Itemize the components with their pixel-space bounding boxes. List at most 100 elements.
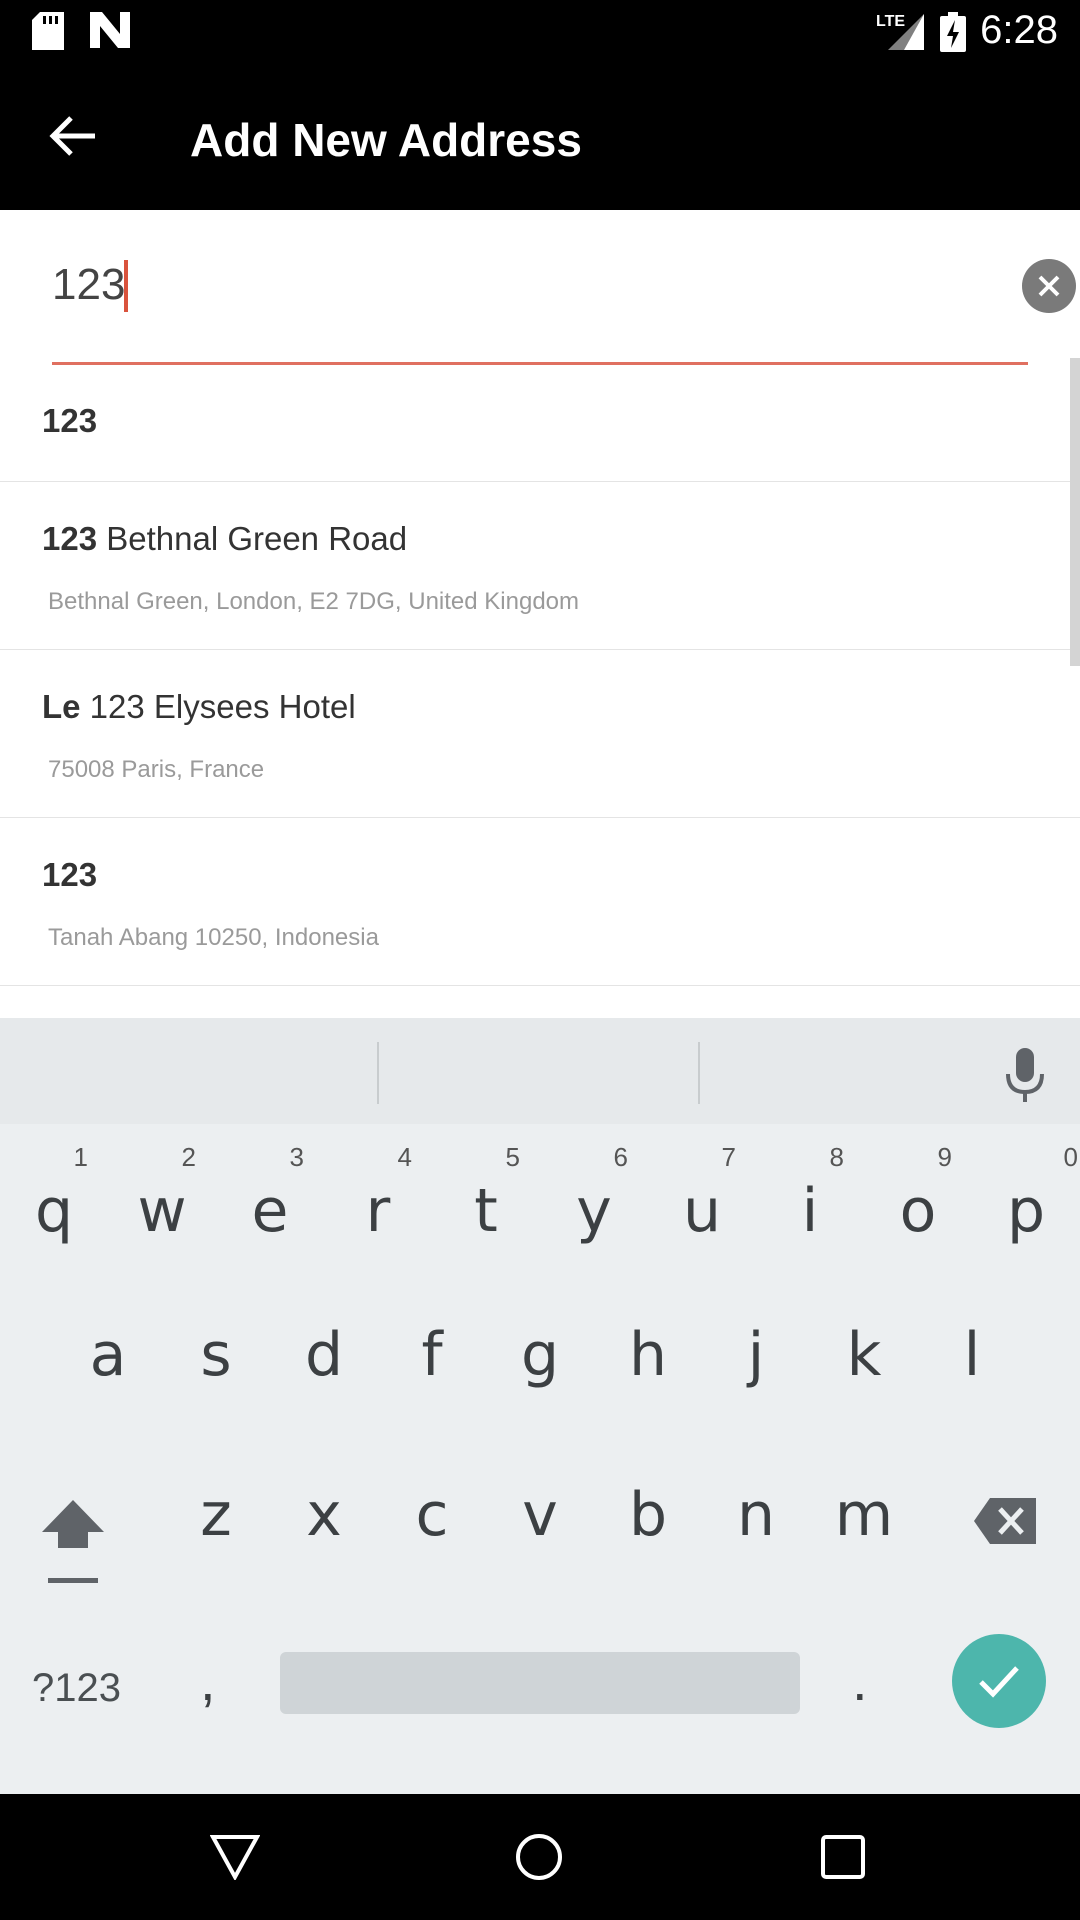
n-logo-icon (90, 12, 130, 53)
key-letter: f (421, 1320, 443, 1390)
key-l[interactable]: l (918, 1298, 1026, 1428)
suggestion-item[interactable]: 123 Bethnal Green Road Bethnal Green, Lo… (0, 482, 1080, 650)
key-hint: 6 (613, 1142, 628, 1172)
key-b[interactable]: b (594, 1460, 702, 1590)
backspace-key[interactable] (972, 1496, 1038, 1546)
key-letter: n (736, 1480, 776, 1550)
key-p[interactable]: 0p (972, 1136, 1080, 1266)
nav-recents-icon (821, 1835, 865, 1879)
key-letter: u (682, 1176, 722, 1246)
key-letter: z (200, 1480, 232, 1550)
period-key[interactable]: . (852, 1648, 868, 1713)
suggestion-divider (377, 1042, 379, 1104)
shift-arrow-icon (42, 1500, 104, 1583)
key-m[interactable]: m (810, 1460, 918, 1590)
key-letter: a (89, 1320, 127, 1390)
nav-home-button[interactable] (506, 1824, 572, 1890)
key-letter: k (846, 1320, 882, 1390)
key-j[interactable]: j (702, 1298, 810, 1428)
key-d[interactable]: d (270, 1298, 378, 1428)
key-letter: g (520, 1320, 560, 1390)
arrow-left-icon (49, 116, 95, 156)
key-letter: t (474, 1176, 498, 1246)
symbols-key[interactable]: ?123 (32, 1666, 121, 1711)
key-o[interactable]: 9o (864, 1136, 972, 1266)
key-hint: 2 (181, 1142, 196, 1172)
key-i[interactable]: 8i (756, 1136, 864, 1266)
address-search-input[interactable] (52, 250, 952, 320)
nav-recents-button[interactable] (810, 1824, 876, 1890)
key-letter: x (306, 1480, 342, 1550)
key-a[interactable]: a (54, 1298, 162, 1428)
clear-circle-icon (1038, 275, 1060, 297)
key-u[interactable]: 7u (648, 1136, 756, 1266)
checkmark-icon (979, 1666, 1019, 1698)
key-letter: c (415, 1480, 449, 1550)
key-f[interactable]: f (378, 1298, 486, 1428)
suggestion-title: 123 (42, 856, 97, 894)
key-hint: 5 (505, 1142, 520, 1172)
key-h[interactable]: h (594, 1298, 702, 1428)
nav-back-button[interactable] (202, 1824, 268, 1890)
space-key[interactable] (280, 1652, 800, 1714)
suggestion-item[interactable]: Le 123 Elysees Hotel 75008 Paris, France (0, 650, 1080, 818)
suggestion-divider (698, 1042, 700, 1104)
key-letter: y (576, 1176, 612, 1246)
sd-card-icon (32, 12, 64, 55)
clear-search-button[interactable] (1022, 259, 1076, 313)
key-k[interactable]: k (810, 1298, 918, 1428)
comma-key[interactable]: , (200, 1648, 216, 1713)
address-search-panel: 123 123 Bethnal Green Road Bethnal Green… (0, 210, 1080, 1018)
key-letter: e (251, 1176, 289, 1246)
suggestion-rest: 123 Elysees Hotel (80, 688, 356, 725)
key-c[interactable]: c (378, 1460, 486, 1590)
key-letter: v (522, 1480, 558, 1550)
key-hint: 7 (721, 1142, 736, 1172)
keyboard-bottom-row: ?123 , . (0, 1630, 1080, 1762)
key-g[interactable]: g (486, 1298, 594, 1428)
suggestion-subtitle: Tanah Abang 10250, Indonesia (48, 924, 379, 951)
key-t[interactable]: 5t (432, 1136, 540, 1266)
key-letter: s (200, 1320, 232, 1390)
key-w[interactable]: 2w (108, 1136, 216, 1266)
key-r[interactable]: 4r (324, 1136, 432, 1266)
key-letter: i (801, 1176, 819, 1246)
back-button[interactable] (40, 103, 106, 169)
suggestion-match: 123 (42, 520, 98, 557)
list-scrollbar[interactable] (1070, 358, 1080, 666)
status-time: 6:28 (980, 8, 1058, 52)
done-key[interactable] (952, 1634, 1046, 1728)
key-letter: p (1006, 1176, 1046, 1246)
status-bar: LTE 6:28 (0, 0, 1080, 63)
voice-input-button[interactable] (1000, 1046, 1050, 1106)
key-letter: b (628, 1480, 668, 1550)
battery-charging-icon (940, 12, 966, 57)
network-type-label: LTE (876, 13, 905, 30)
nav-home-icon (516, 1834, 562, 1880)
search-field-container (52, 250, 1028, 365)
key-letter: h (628, 1320, 668, 1390)
suggestion-item[interactable]: 123 Tanah Abang 10250, Indonesia (0, 818, 1080, 986)
suggestion-rest: Bethnal Green Road (97, 520, 408, 557)
key-letter: r (365, 1176, 391, 1246)
suggestion-match: 123 (42, 856, 98, 893)
key-letter: o (899, 1176, 937, 1246)
suggestion-item[interactable]: 123 (0, 358, 1080, 482)
suggestion-list: 123 123 Bethnal Green Road Bethnal Green… (0, 358, 1080, 986)
key-z[interactable]: z (162, 1460, 270, 1590)
key-y[interactable]: 6y (540, 1136, 648, 1266)
signal-icon: LTE (876, 12, 926, 57)
key-hint: 8 (829, 1142, 844, 1172)
key-n[interactable]: n (702, 1460, 810, 1590)
key-x[interactable]: x (270, 1460, 378, 1590)
key-e[interactable]: 3e (216, 1136, 324, 1266)
shift-key[interactable] (40, 1496, 106, 1586)
key-v[interactable]: v (486, 1460, 594, 1590)
suggestion-subtitle: 75008 Paris, France (48, 756, 265, 783)
key-s[interactable]: s (162, 1298, 270, 1428)
key-q[interactable]: 1q (0, 1136, 108, 1266)
key-hint: 9 (937, 1142, 952, 1172)
suggestion-subtitle: Bethnal Green, London, E2 7DG, United Ki… (48, 588, 579, 615)
key-hint: 0 (1063, 1142, 1078, 1172)
key-letter: w (137, 1176, 187, 1246)
